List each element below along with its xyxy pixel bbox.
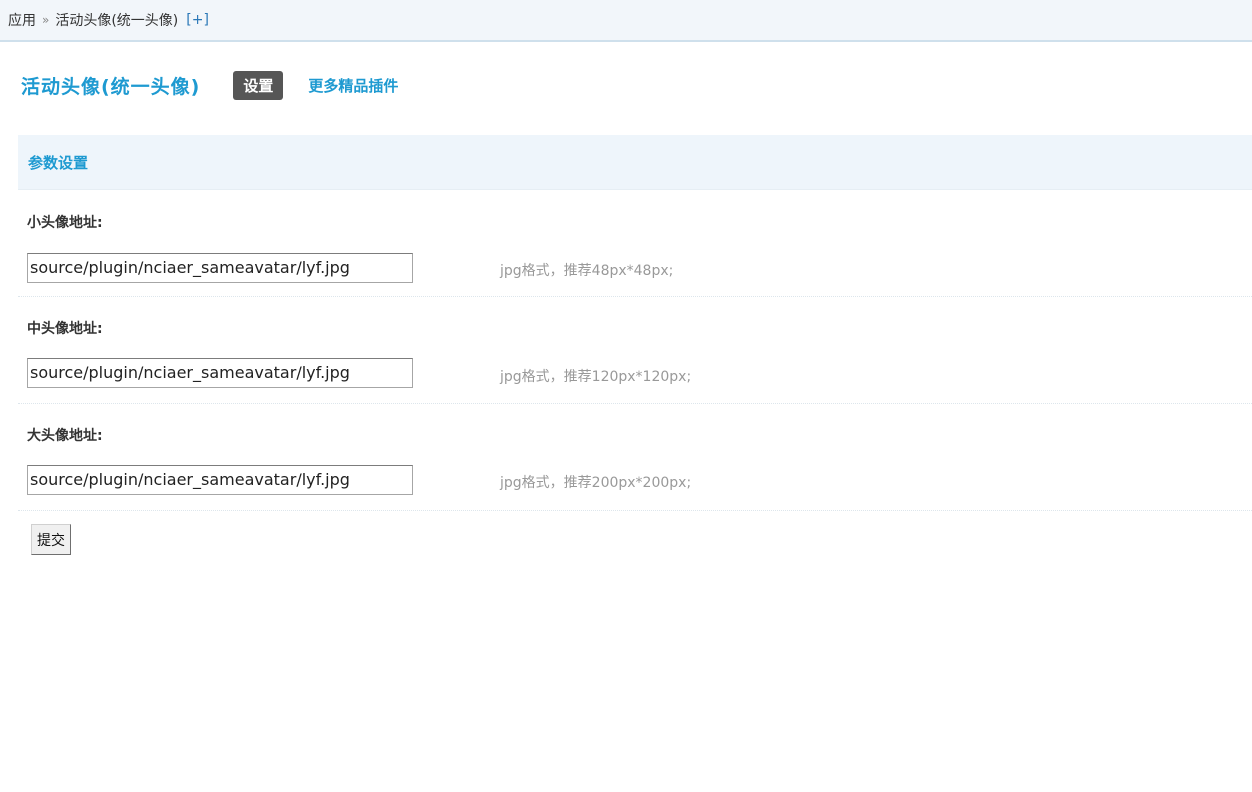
plugin-header: 活动头像(统一头像) 设置 更多精品插件	[21, 68, 398, 102]
breadcrumb-current: 活动头像(统一头像)	[55, 13, 179, 29]
breadcrumb: 应用 » 活动头像(统一头像) [+]	[0, 0, 1252, 42]
medium-avatar-hint: jpg格式，推荐120px*120px;	[500, 369, 692, 385]
small-avatar-hint: jpg格式，推荐48px*48px;	[500, 263, 674, 279]
small-avatar-label: 小头像地址:	[27, 215, 103, 231]
plugin-title: 活动头像(统一头像)	[21, 75, 201, 98]
row-divider	[18, 296, 1252, 297]
tab-settings[interactable]: 设置	[233, 70, 284, 100]
large-avatar-label: 大头像地址:	[27, 428, 103, 444]
row-divider	[18, 403, 1252, 404]
row-divider	[18, 510, 1252, 511]
add-shortcut-link[interactable]: [+]	[186, 12, 209, 28]
section-header: 参数设置	[18, 135, 1252, 190]
breadcrumb-root[interactable]: 应用	[8, 10, 36, 30]
medium-avatar-input-value: source/plugin/nciaer_sameavatar/lyf.jpg	[30, 363, 350, 382]
medium-avatar-input[interactable]: source/plugin/nciaer_sameavatar/lyf.jpg	[27, 358, 413, 388]
breadcrumb-separator: »	[42, 13, 50, 27]
small-avatar-input-value: source/plugin/nciaer_sameavatar/lyf.jpg	[30, 258, 350, 277]
small-avatar-input[interactable]: source/plugin/nciaer_sameavatar/lyf.jpg	[27, 253, 413, 283]
submit-button[interactable]: 提交	[31, 524, 71, 555]
more-plugins-link[interactable]: 更多精品插件	[308, 75, 398, 96]
large-avatar-input[interactable]: source/plugin/nciaer_sameavatar/lyf.jpg	[27, 465, 413, 495]
medium-avatar-label: 中头像地址:	[27, 321, 103, 337]
large-avatar-hint: jpg格式，推荐200px*200px;	[500, 475, 692, 491]
large-avatar-input-value: source/plugin/nciaer_sameavatar/lyf.jpg	[30, 470, 350, 489]
